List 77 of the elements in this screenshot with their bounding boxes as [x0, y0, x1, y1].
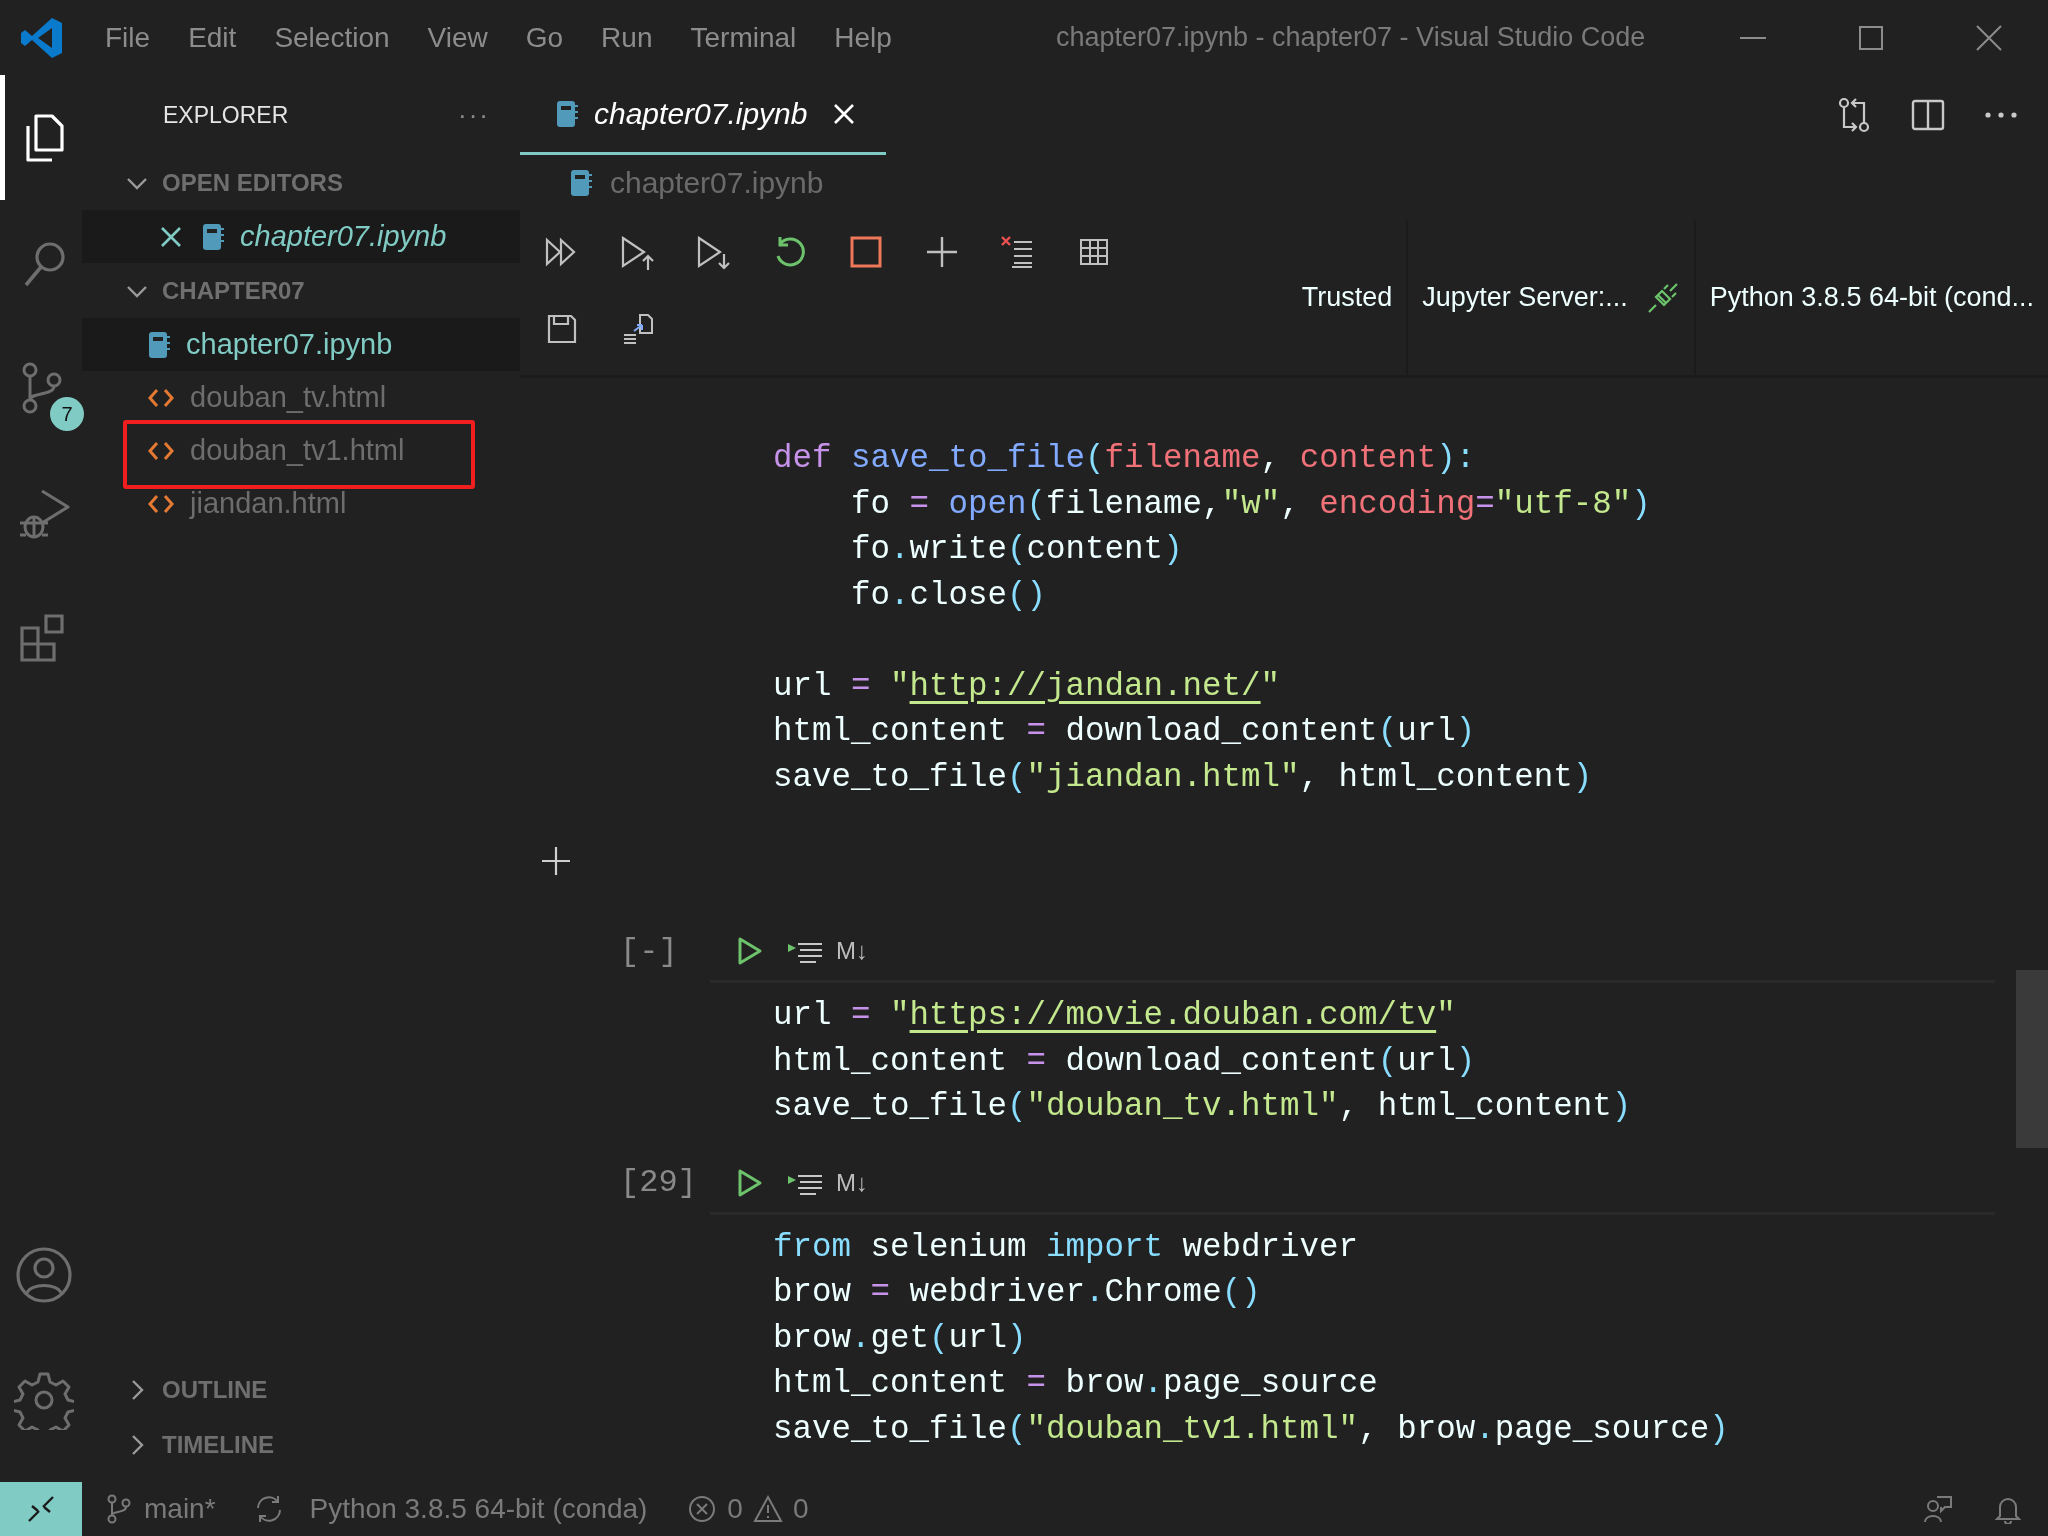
code-line: brow.get(url)	[773, 1318, 1028, 1359]
plus-icon[interactable]	[924, 234, 960, 270]
window-title: chapter07.ipynb - chapter07 - Visual Studio Code	[1055, 22, 1646, 53]
menu-item[interactable]: Help	[815, 15, 911, 60]
code-line: fo = open(filename,"w", encoding="utf-8")	[850, 484, 1652, 525]
notebook-icon	[202, 222, 224, 251]
scrollbar-thumb[interactable]	[2016, 970, 2048, 1148]
code-line: url = "https://movie.douban.com/tv"	[773, 996, 1457, 1036]
run-below-icon[interactable]	[696, 234, 732, 270]
section-header[interactable]: CHAPTER07	[82, 263, 520, 318]
notebook-icon	[148, 330, 170, 359]
code-line: html_content = brow.page_source	[773, 1364, 1379, 1404]
remote-icon[interactable]	[26, 1494, 56, 1524]
code-line: url = "http://jandan.net/"	[773, 666, 1282, 707]
branch-name[interactable]: main*	[144, 1493, 216, 1525]
server-label[interactable]: Jupyter Server:...	[1408, 282, 1642, 313]
section-header[interactable]: OPEN EDITORS	[82, 155, 520, 210]
explorer-tree-row[interactable]: douban_tv.html	[82, 371, 520, 424]
section-header[interactable]: TIMELINE	[82, 1417, 520, 1472]
code-cell[interactable]: url = "https://movie.douban.com/tv" html_content = download_content(url) save_to_file("douban_tv.html", html_content)	[710, 980, 1995, 1154]
close-icon[interactable]	[831, 101, 856, 126]
more-icon[interactable]	[1984, 111, 2018, 119]
feedback-icon[interactable]	[1923, 1494, 1953, 1524]
error-count[interactable]: 0	[727, 1493, 743, 1525]
markdown-toggle[interactable]: M↓	[836, 937, 868, 965]
code-line: fo.close()	[850, 575, 1048, 616]
breadcrumb[interactable]: chapter07.ipynb	[610, 165, 824, 200]
code-line: save_to_file("douban_tv1.html", brow.page_source)	[773, 1409, 1730, 1450]
app-logo	[20, 15, 64, 60]
code-icon	[148, 439, 174, 462]
run-icon[interactable]	[736, 1167, 764, 1198]
menu-item[interactable]: File	[86, 15, 170, 60]
menu-item[interactable]: Edit	[169, 15, 256, 60]
menu-item[interactable]: View	[408, 15, 507, 60]
menu-item[interactable]: Terminal	[671, 15, 816, 60]
menu-item[interactable]: Run	[582, 15, 672, 60]
more-actions[interactable]: ···	[458, 99, 490, 131]
code-line: save_to_file("douban_tv.html", html_content)	[773, 1087, 1633, 1127]
interpreter-label[interactable]: Python 3.8.5 64-bit (conda)	[309, 1493, 648, 1525]
notebook-icon	[556, 99, 578, 128]
warning-count[interactable]: 0	[792, 1493, 809, 1525]
execution-count: [29]	[619, 1164, 698, 1201]
code-line: html_content = download_content(url)	[773, 712, 1477, 752]
run-icon[interactable]	[736, 936, 764, 966]
remote-button[interactable]	[0, 1482, 82, 1536]
code-line: fo.write(content)	[850, 530, 1184, 570]
count-badge: 7	[50, 397, 84, 431]
menu-item[interactable]: Go	[506, 15, 583, 60]
open-editor-row[interactable]: chapter07.ipynb	[82, 210, 520, 263]
editor-tab[interactable]: chapter07.ipynb	[520, 75, 886, 155]
trusted-label[interactable]: Trusted	[1287, 282, 1407, 313]
account-icon[interactable]	[13, 1244, 74, 1305]
split-editor-icon[interactable]	[1910, 97, 1946, 133]
explorer-tree-row[interactable]: douban_tv1.html	[82, 424, 520, 477]
warning-icon	[752, 1494, 783, 1524]
explorer-tree-row[interactable]: chapter07.ipynb	[82, 318, 520, 371]
compare-changes-icon[interactable]	[1836, 97, 1872, 133]
code-icon	[148, 492, 174, 515]
code-cell[interactable]: from selenium import webdriver brow = webdriver.Chrome() brow.get(url) html_content = brow.page_source save_to_file("douban_tv1.html", brow.page_source)	[710, 1211, 1995, 1452]
error-icon	[687, 1494, 718, 1524]
sidebar-title: EXPLORER	[163, 101, 289, 129]
notebook-icon	[570, 168, 592, 197]
explorer-tree-row[interactable]: jiandan.html	[82, 477, 520, 530]
kernel-label[interactable]: Python 3.8.5 64-bit (cond...	[1695, 282, 2048, 313]
code-icon	[148, 386, 174, 409]
menu-item[interactable]: Selection	[255, 15, 409, 60]
code-line: save_to_file("jiandan.html", html_content)	[773, 757, 1594, 798]
execution-count: [-]	[619, 932, 679, 970]
code-line: from selenium import webdriver	[773, 1227, 1360, 1268]
code-line: def save_to_file(filename, content):	[773, 439, 1477, 479]
run-above-icon[interactable]	[620, 234, 656, 270]
markdown-toggle[interactable]: M↓	[836, 1168, 868, 1197]
code-line: brow = webdriver.Chrome()	[773, 1273, 1262, 1313]
code-line: html_content = download_content(url)	[773, 1041, 1477, 1082]
add-cell-icon[interactable]	[540, 845, 572, 877]
section-header[interactable]: OUTLINE	[82, 1362, 520, 1417]
stop-icon[interactable]	[848, 234, 884, 270]
